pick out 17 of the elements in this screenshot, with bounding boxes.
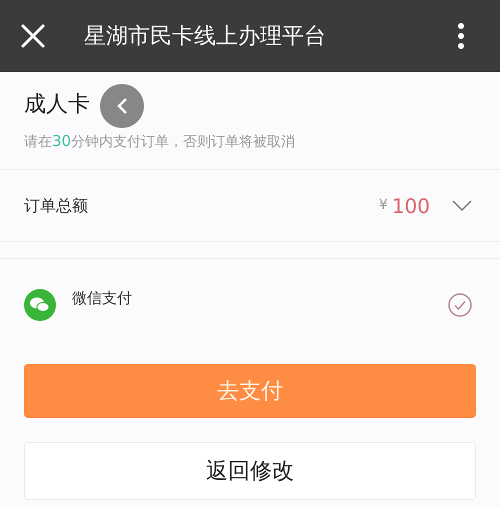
payment-method-label: 微信支付 <box>72 288 132 309</box>
order-amount: 100 <box>392 192 430 220</box>
payment-notice: 请在30分钟内支付订单，否则订单将被取消 <box>24 131 296 152</box>
check-circle-icon[interactable] <box>448 293 472 317</box>
currency-symbol: ¥ <box>378 196 388 215</box>
order-total-label: 订单总额 <box>24 194 88 216</box>
page-title: 星湖市民卡线上办理平台 <box>84 22 326 50</box>
card-title: 成人卡 <box>24 91 90 119</box>
chevron-icon[interactable] <box>452 200 472 212</box>
chat-bubbles-icon <box>24 289 56 321</box>
back-button[interactable] <box>100 84 144 128</box>
more-icon[interactable] <box>457 22 465 50</box>
order-total-row[interactable]: 订单总额 ¥ 100 <box>0 170 500 242</box>
payment-option[interactable]: 微信支付 <box>0 259 500 349</box>
back-icon <box>116 97 128 115</box>
back-to-edit-button[interactable]: 返回修改 <box>24 442 476 500</box>
close-icon[interactable] <box>20 23 46 49</box>
